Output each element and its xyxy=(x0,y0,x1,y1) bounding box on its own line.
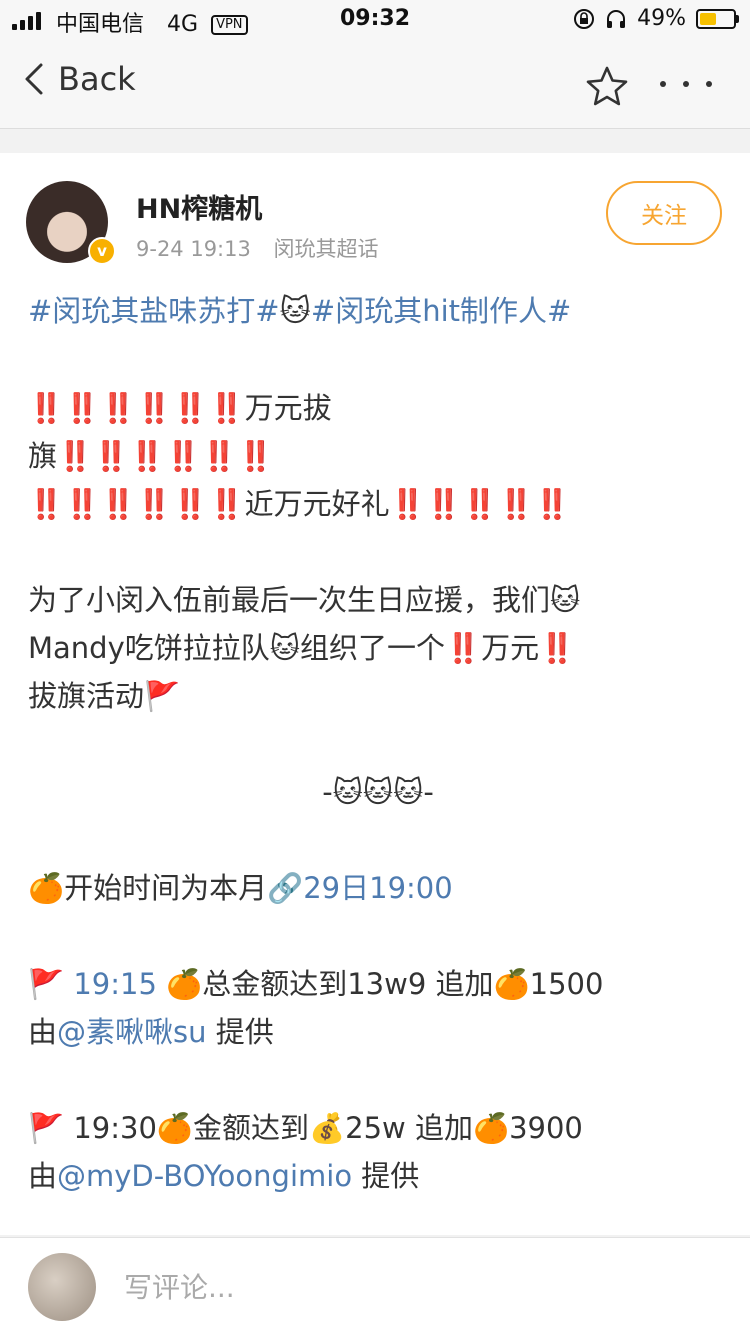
chevron-left-icon xyxy=(25,63,43,95)
by-prefix: 由 xyxy=(28,1159,58,1193)
cat-emoji: 🐱 xyxy=(279,294,311,329)
by-prefix: 由 xyxy=(28,1015,58,1049)
provide-suffix: 提供 xyxy=(215,1015,274,1049)
post-meta: 9-24 19:13 闵玧其超话 xyxy=(136,233,379,263)
rotation-lock-icon xyxy=(574,8,595,29)
user-avatar[interactable] xyxy=(28,1253,96,1321)
mention-link[interactable]: @素啾啾su xyxy=(57,1015,207,1049)
avatar[interactable]: v xyxy=(26,181,116,265)
time-link[interactable]: 19:15 xyxy=(73,967,157,1001)
hashtag-link[interactable]: #闵玧其hit制作人# xyxy=(311,294,571,328)
provide-suffix: 提供 xyxy=(361,1159,420,1193)
hashtag-link[interactable]: #闵玧其盐味苏打# xyxy=(28,294,280,328)
post-line: ‼️‼️‼️‼️‼️‼️万元拔 xyxy=(28,391,332,425)
post-line: 由@myD-BOYoongimio 提供 xyxy=(28,1152,728,1200)
post-card: v HN榨糖机 9-24 19:13 闵玧其超话 关注 #闵玧其盐味苏打#🐱#闵… xyxy=(0,153,750,1235)
comment-bar: 写评论... xyxy=(0,1237,750,1335)
back-label: Back xyxy=(58,60,136,98)
username[interactable]: HN榨糖机 xyxy=(136,187,262,226)
post-line: 拔旗活动🚩 xyxy=(28,679,181,713)
follow-button[interactable]: 关注 xyxy=(606,181,722,245)
time-link[interactable]: 🔗29日19:00 xyxy=(267,871,453,905)
mention-link[interactable]: @myD-BOYoongimio xyxy=(57,1159,352,1193)
back-button[interactable]: Back xyxy=(24,60,136,98)
flag-emoji: 🚩 xyxy=(28,967,65,1001)
post-line: 🚩 19:30🍊金额达到💰25w 追加🍊3900 xyxy=(28,1111,583,1145)
star-icon[interactable] xyxy=(584,64,630,110)
post-line: 由@素啾啾su 提供 xyxy=(28,1008,728,1056)
post-line: 旗‼️‼️‼️‼️‼️‼️ xyxy=(28,439,274,473)
headphones-icon xyxy=(607,9,626,28)
battery-percent: 49% xyxy=(637,6,686,31)
post-line: Mandy吃饼拉拉队🐱组织了一个‼️万元‼️ xyxy=(28,631,576,665)
milestone-text: 🍊总金额达到13w9 追加🍊1500 xyxy=(166,967,604,1001)
comment-input[interactable]: 写评论... xyxy=(124,1266,235,1306)
post-line: 🍊开始时间为本月🔗29日19:00 xyxy=(28,864,728,912)
battery-icon xyxy=(696,8,739,29)
post-divider: -🐱🐱🐱- xyxy=(322,775,434,809)
post-line: 为了小闵入伍前最后一次生日应援，我们🐱 xyxy=(28,583,581,617)
post-line: ‼️‼️‼️‼️‼️‼️近万元好礼‼️‼️‼️‼️‼️ xyxy=(28,487,571,521)
nav-bar: Back xyxy=(0,40,750,129)
post-line: #闵玧其盐味苏打#🐱#闵玧其hit制作人# xyxy=(28,287,728,336)
post-date: 9-24 19:13 xyxy=(136,237,251,261)
post-content: #闵玧其盐味苏打#🐱#闵玧其hit制作人# ‼️‼️‼️‼️‼️‼️万元拔 旗‼… xyxy=(28,287,728,1200)
status-bar: 中国电信 4G VPN 09:32 49% xyxy=(0,0,750,40)
start-time-label: 🍊开始时间为本月 xyxy=(28,871,268,905)
status-right: 49% xyxy=(573,6,739,31)
verified-icon: v xyxy=(88,237,116,265)
more-icon[interactable] xyxy=(660,64,712,104)
post-line: 🚩 19:15 🍊总金额达到13w9 追加🍊1500 xyxy=(28,960,728,1008)
post-source[interactable]: 闵玧其超话 xyxy=(274,237,379,261)
